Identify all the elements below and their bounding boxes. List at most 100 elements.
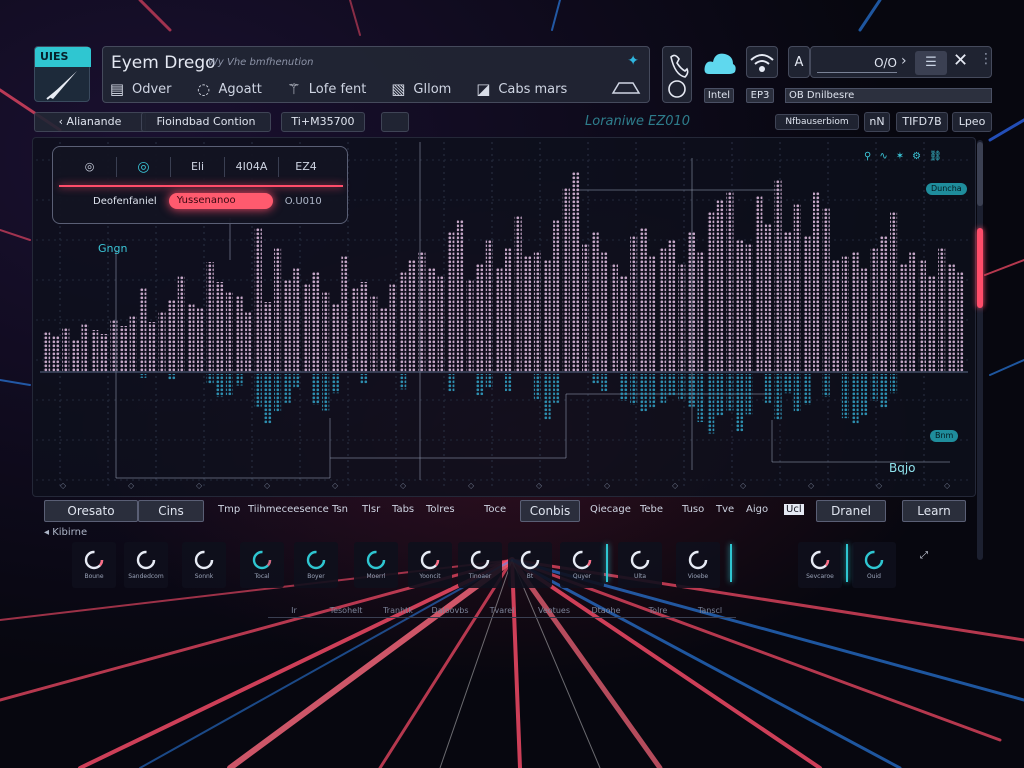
card-icon-row: ◎ ◎ Eli 4I04A EZ4 (63, 157, 333, 177)
pin-icon[interactable]: ✦ (627, 53, 639, 69)
create-button[interactable]: Oresato (44, 500, 138, 522)
bar-lower (851, 374, 859, 424)
bar-lower (803, 374, 811, 405)
value-input[interactable] (817, 53, 897, 73)
toolbar-item[interactable]: Tebe (640, 504, 663, 515)
toolbar-item[interactable]: Tabs (392, 504, 414, 515)
dial-label: Yooncit (419, 573, 441, 580)
dial-8[interactable]: Bt (508, 542, 552, 588)
dial-label: Boune (84, 573, 104, 580)
footer-label: Daloovbs (424, 606, 476, 618)
expand-icon[interactable]: ⤢ (920, 550, 928, 561)
dial-4[interactable]: Boyer (294, 542, 338, 588)
dial-13[interactable]: Ouid (852, 542, 896, 588)
bar-upper (302, 284, 310, 372)
bar-lower (505, 374, 513, 392)
dranel-button[interactable]: Dranel (816, 500, 886, 522)
dial-6[interactable]: Yooncit (408, 542, 452, 588)
chart-tag-bottom[interactable]: Bnm (930, 430, 959, 442)
bar-upper (168, 300, 176, 372)
bar-upper (43, 332, 51, 372)
chevron-right-icon[interactable]: › (901, 53, 907, 69)
bar-upper (813, 192, 821, 372)
nav-item-gllom[interactable]: ▧ Gllom (390, 80, 451, 98)
card-icon-target[interactable]: ◎ (63, 157, 117, 177)
preset-button[interactable]: TIFD7B (896, 112, 948, 132)
dial-icon (306, 550, 326, 570)
link-icon[interactable]: ⛓ (929, 151, 942, 162)
toolbar-item[interactable]: Tolres (426, 504, 455, 515)
card-param-pill[interactable]: Yussenanoo (168, 193, 273, 209)
dial-5[interactable]: Moerrl (354, 542, 398, 588)
bar-lower (659, 374, 667, 403)
empty-slot[interactable] (381, 112, 409, 132)
toolbar-item[interactable]: Tmp (218, 504, 240, 515)
bar-upper (129, 316, 137, 372)
pin-icon[interactable]: ⚲ (864, 151, 871, 162)
nav-item-lofe-fent[interactable]: ⚚ Lofe fent (286, 80, 366, 98)
dial-10[interactable]: Ulta (618, 542, 662, 588)
scroll-highlight[interactable] (977, 228, 983, 308)
dial-icon (810, 550, 830, 570)
card-icon-ring[interactable]: ◎ (117, 157, 171, 177)
conbis-button[interactable]: Conbis (520, 500, 580, 522)
toolbar-item[interactable]: Tlsr (362, 504, 380, 515)
toolbar-item[interactable]: Tiihmeceesence (248, 504, 329, 515)
toolbar-item-active[interactable]: Ucl (784, 504, 804, 515)
sparkle-icon[interactable]: ✶ (896, 151, 904, 162)
app-badge[interactable]: UIES (34, 46, 91, 102)
bar-lower (601, 374, 609, 392)
gear-icon[interactable]: ⚙ (912, 151, 921, 162)
value-field[interactable]: Ti+M35700 (281, 112, 365, 132)
toolbar-item[interactable]: Aigo (746, 504, 768, 515)
toolbar-item[interactable]: Tuso (682, 504, 704, 515)
toolbar-item[interactable]: Toce (484, 504, 506, 515)
bar-upper (610, 264, 618, 372)
dial-2[interactable]: Sonnk (182, 542, 226, 588)
nav-item-agoatt[interactable]: ◌ Agoatt (196, 80, 262, 98)
back-button[interactable]: ‹ Alianande (34, 112, 146, 132)
cloud-tile[interactable] (702, 46, 738, 82)
dial-12[interactable]: Sevcaroe (798, 542, 842, 588)
nav-bar: ▤ Odver ◌ Agoatt ⚚ Lofe fent ▧ Gllom ◪ C… (109, 80, 591, 98)
vertical-scrollbar[interactable] (977, 140, 983, 560)
toolbar-item[interactable]: Tsn (332, 504, 348, 515)
bar-upper (341, 256, 349, 372)
dial-3[interactable]: Tocal (240, 542, 284, 588)
cins-button[interactable]: Cins (138, 500, 204, 522)
learn-button[interactable]: Learn (902, 500, 966, 522)
toggle-button[interactable]: nN (864, 112, 890, 132)
car-icon[interactable] (611, 77, 641, 97)
card-icon-eli[interactable]: Eli (171, 157, 225, 177)
wifi-tile[interactable] (746, 46, 778, 78)
phone-tile[interactable] (662, 46, 692, 103)
dial-7[interactable]: Tinoaer (458, 542, 502, 588)
dial-icon (572, 550, 592, 570)
dial-9[interactable]: Quyer (560, 542, 604, 588)
dial-1[interactable]: Sandedcom (124, 542, 168, 588)
dial-11[interactable]: Vioebe (676, 542, 720, 588)
filter-button[interactable]: Fioindbad Contion (141, 112, 271, 132)
bar-upper (822, 208, 830, 372)
scroll-thumb[interactable] (977, 142, 983, 206)
card-icon-ez4[interactable]: EZ4 (279, 157, 333, 177)
bar-upper (582, 244, 590, 372)
dial-0[interactable]: Boune (72, 542, 116, 588)
dial-label: Boyer (307, 573, 325, 580)
open-button[interactable]: Lpeo (952, 112, 992, 132)
bar-lower (784, 374, 792, 394)
chart-tag-top[interactable]: Duncha (926, 183, 967, 195)
search-field[interactable]: OB Dnilbesre (785, 88, 992, 103)
menu-icon[interactable]: ☰ (915, 51, 947, 75)
nav-item-odver[interactable]: ▤ Odver (109, 80, 172, 98)
close-icon[interactable]: ✕ (953, 50, 968, 71)
toolbar-item[interactable]: Tve (716, 504, 734, 515)
toolbar-item[interactable]: Qiecage (590, 504, 631, 515)
wave-icon[interactable]: ∿ (879, 151, 887, 162)
bar-upper (408, 260, 416, 372)
nav-item-cabs-mars[interactable]: ◪ Cabs mars (475, 80, 567, 98)
info-button[interactable]: Nfbauserbiom (775, 114, 859, 130)
card-icon-4i04a[interactable]: 4I04A (225, 157, 279, 177)
font-tile[interactable]: A (788, 46, 810, 78)
dial-label: Ulta (633, 573, 647, 580)
